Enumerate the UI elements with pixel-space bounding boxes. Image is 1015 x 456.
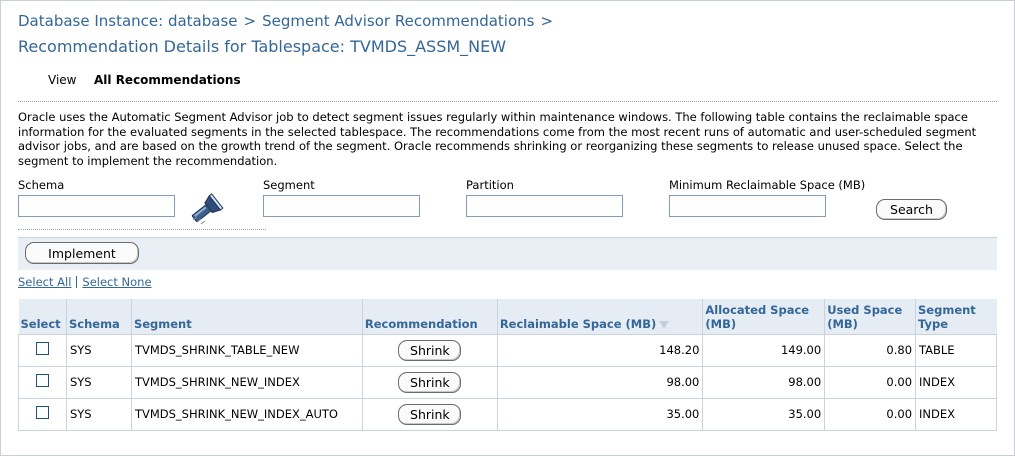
- shrink-button[interactable]: Shrink: [398, 339, 462, 361]
- segment-label: Segment: [263, 178, 315, 192]
- col-select: Select: [18, 299, 67, 335]
- row-select-cell: [18, 397, 67, 431]
- partition-input[interactable]: [466, 195, 623, 217]
- cell-allocated: 35.00: [702, 397, 826, 431]
- row-select-cell: [18, 333, 67, 367]
- cell-used: 0.80: [824, 333, 917, 367]
- sort-descending-icon: [659, 320, 670, 329]
- breadcrumb-separator: >: [540, 12, 554, 30]
- search-button[interactable]: Search: [876, 199, 947, 220]
- cell-allocated: 98.00: [702, 365, 826, 399]
- partition-label: Partition: [466, 178, 514, 192]
- implement-button[interactable]: Implement: [25, 242, 139, 264]
- cell-schema: SYS: [65, 333, 132, 367]
- cell-reclaimable: 98.00: [496, 365, 704, 399]
- col-reclaimable-space-label: Reclaimable Space (MB): [499, 316, 657, 331]
- breadcrumb-database-instance[interactable]: Database Instance: database: [18, 12, 238, 30]
- col-reclaimable-space[interactable]: Reclaimable Space (MB): [496, 299, 703, 335]
- page-title: Recommendation Details for Tablespace: T…: [18, 37, 507, 56]
- cell-recommendation: Shrink: [361, 333, 498, 367]
- cell-type: INDEX: [915, 365, 997, 399]
- divider: [18, 101, 997, 103]
- col-schema[interactable]: Schema: [65, 299, 132, 335]
- table-row: SYS TVMDS_SHRINK_NEW_INDEX_AUTO Shrink 3…: [18, 397, 997, 431]
- row-checkbox[interactable]: [35, 406, 49, 419]
- cell-schema: SYS: [65, 397, 132, 431]
- table-row: SYS TVMDS_SHRINK_NEW_INDEX Shrink 98.00 …: [18, 365, 997, 399]
- shrink-button[interactable]: Shrink: [398, 403, 462, 425]
- filter-divider: [18, 229, 266, 231]
- schema-input[interactable]: [18, 195, 175, 217]
- cell-used: 0.00: [824, 365, 917, 399]
- cell-used: 0.00: [824, 397, 917, 431]
- select-none-link[interactable]: Select None: [82, 275, 151, 289]
- col-used-space[interactable]: Used Space (MB): [824, 299, 916, 335]
- cell-recommendation: Shrink: [361, 365, 498, 399]
- col-recommendation[interactable]: Recommendation: [361, 299, 498, 335]
- col-used-line1: Used Space: [827, 302, 903, 317]
- view-value: All Recommendations: [94, 73, 241, 87]
- col-segment-type[interactable]: Segment Type: [915, 299, 997, 335]
- col-type-line2: Type: [918, 316, 949, 331]
- cell-schema: SYS: [65, 365, 132, 399]
- cell-segment: TVMDS_SHRINK_NEW_INDEX: [130, 365, 363, 399]
- description-text: Oracle uses the Automatic Segment Adviso…: [18, 110, 977, 168]
- table-row: SYS TVMDS_SHRINK_TABLE_NEW Shrink 148.20…: [18, 333, 997, 367]
- link-separator: [76, 276, 78, 288]
- col-segment[interactable]: Segment: [130, 299, 363, 335]
- schema-label: Schema: [18, 178, 65, 192]
- breadcrumb: Database Instance: database > Segment Advi…: [18, 12, 559, 30]
- min-space-input[interactable]: [669, 195, 826, 217]
- cell-segment: TVMDS_SHRINK_NEW_INDEX_AUTO: [130, 397, 363, 431]
- cell-type: INDEX: [915, 397, 997, 431]
- recommendations-table: Select Schema Segment Recommendation Rec…: [18, 299, 997, 431]
- segment-input[interactable]: [263, 195, 420, 217]
- col-allocated-line1: Allocated Space: [705, 302, 810, 317]
- cell-allocated: 149.00: [702, 333, 826, 367]
- col-allocated-space[interactable]: Allocated Space (MB): [702, 299, 825, 335]
- cell-recommendation: Shrink: [361, 397, 498, 431]
- view-label: View: [48, 73, 77, 87]
- cell-type: TABLE: [915, 333, 997, 367]
- col-allocated-line2: (MB): [705, 316, 737, 331]
- row-checkbox[interactable]: [35, 374, 49, 387]
- row-select-cell: [18, 365, 67, 399]
- row-checkbox[interactable]: [35, 342, 49, 355]
- cell-segment: TVMDS_SHRINK_TABLE_NEW: [130, 333, 363, 367]
- shrink-button[interactable]: Shrink: [398, 371, 462, 393]
- cell-reclaimable: 148.20: [496, 333, 704, 367]
- table-toolbar: [18, 237, 997, 270]
- selection-links: Select All Select None: [18, 275, 152, 289]
- col-type-line1: Segment: [918, 302, 976, 317]
- select-all-link[interactable]: Select All: [18, 275, 71, 289]
- flashlight-icon[interactable]: [187, 193, 227, 225]
- col-used-line2: (MB): [827, 316, 858, 331]
- breadcrumb-segment-advisor[interactable]: Segment Advisor Recommendations: [262, 12, 534, 30]
- table-header-row: Select Schema Segment Recommendation Rec…: [18, 299, 997, 335]
- breadcrumb-separator: >: [243, 12, 257, 30]
- min-space-label: Minimum Reclaimable Space (MB): [669, 178, 866, 192]
- cell-reclaimable: 35.00: [496, 397, 704, 431]
